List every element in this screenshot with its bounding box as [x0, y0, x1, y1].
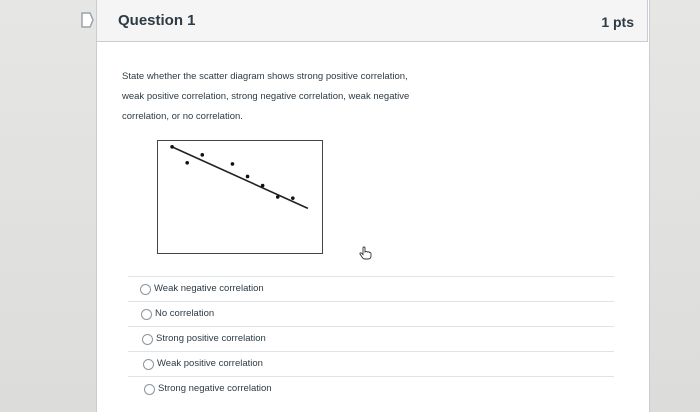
scatter-point [230, 162, 235, 166]
radio-button[interactable] [142, 334, 153, 345]
scatter-point [245, 174, 250, 179]
answer-label: Strong negative correlation [158, 383, 272, 394]
flag-icon[interactable] [80, 12, 94, 28]
hand-cursor-icon [359, 246, 372, 260]
answer-option[interactable]: No correlation [128, 301, 614, 326]
answer-label: Strong positive correlation [156, 333, 266, 344]
radio-button[interactable] [140, 284, 151, 295]
question-prompt: State whether the scatter diagram shows … [122, 71, 410, 122]
scatter-point [275, 195, 280, 199]
answer-list: Weak negative correlation No correlation… [128, 276, 614, 401]
scatter-point [291, 196, 295, 200]
radio-button[interactable] [144, 384, 155, 395]
scatter-diagram [157, 140, 323, 254]
question-title: Question 1 [118, 12, 196, 29]
scatter-point [170, 145, 174, 149]
answer-option[interactable]: Weak positive correlation [128, 351, 614, 376]
question-points: 1 pts [601, 14, 634, 30]
answer-option[interactable]: Weak negative correlation [128, 276, 614, 301]
radio-button[interactable] [143, 359, 154, 370]
scatter-point [260, 183, 265, 188]
radio-button[interactable] [141, 309, 152, 320]
scatter-point [200, 153, 205, 157]
answer-option[interactable]: Strong negative correlation [128, 376, 614, 401]
scatter-point [185, 161, 189, 165]
scatter-frame [157, 140, 323, 254]
answer-label: No correlation [155, 308, 215, 319]
answer-option[interactable]: Strong positive correlation [128, 326, 614, 351]
answer-label: Weak positive correlation [157, 358, 263, 369]
answer-label: Weak negative correlation [154, 283, 264, 294]
